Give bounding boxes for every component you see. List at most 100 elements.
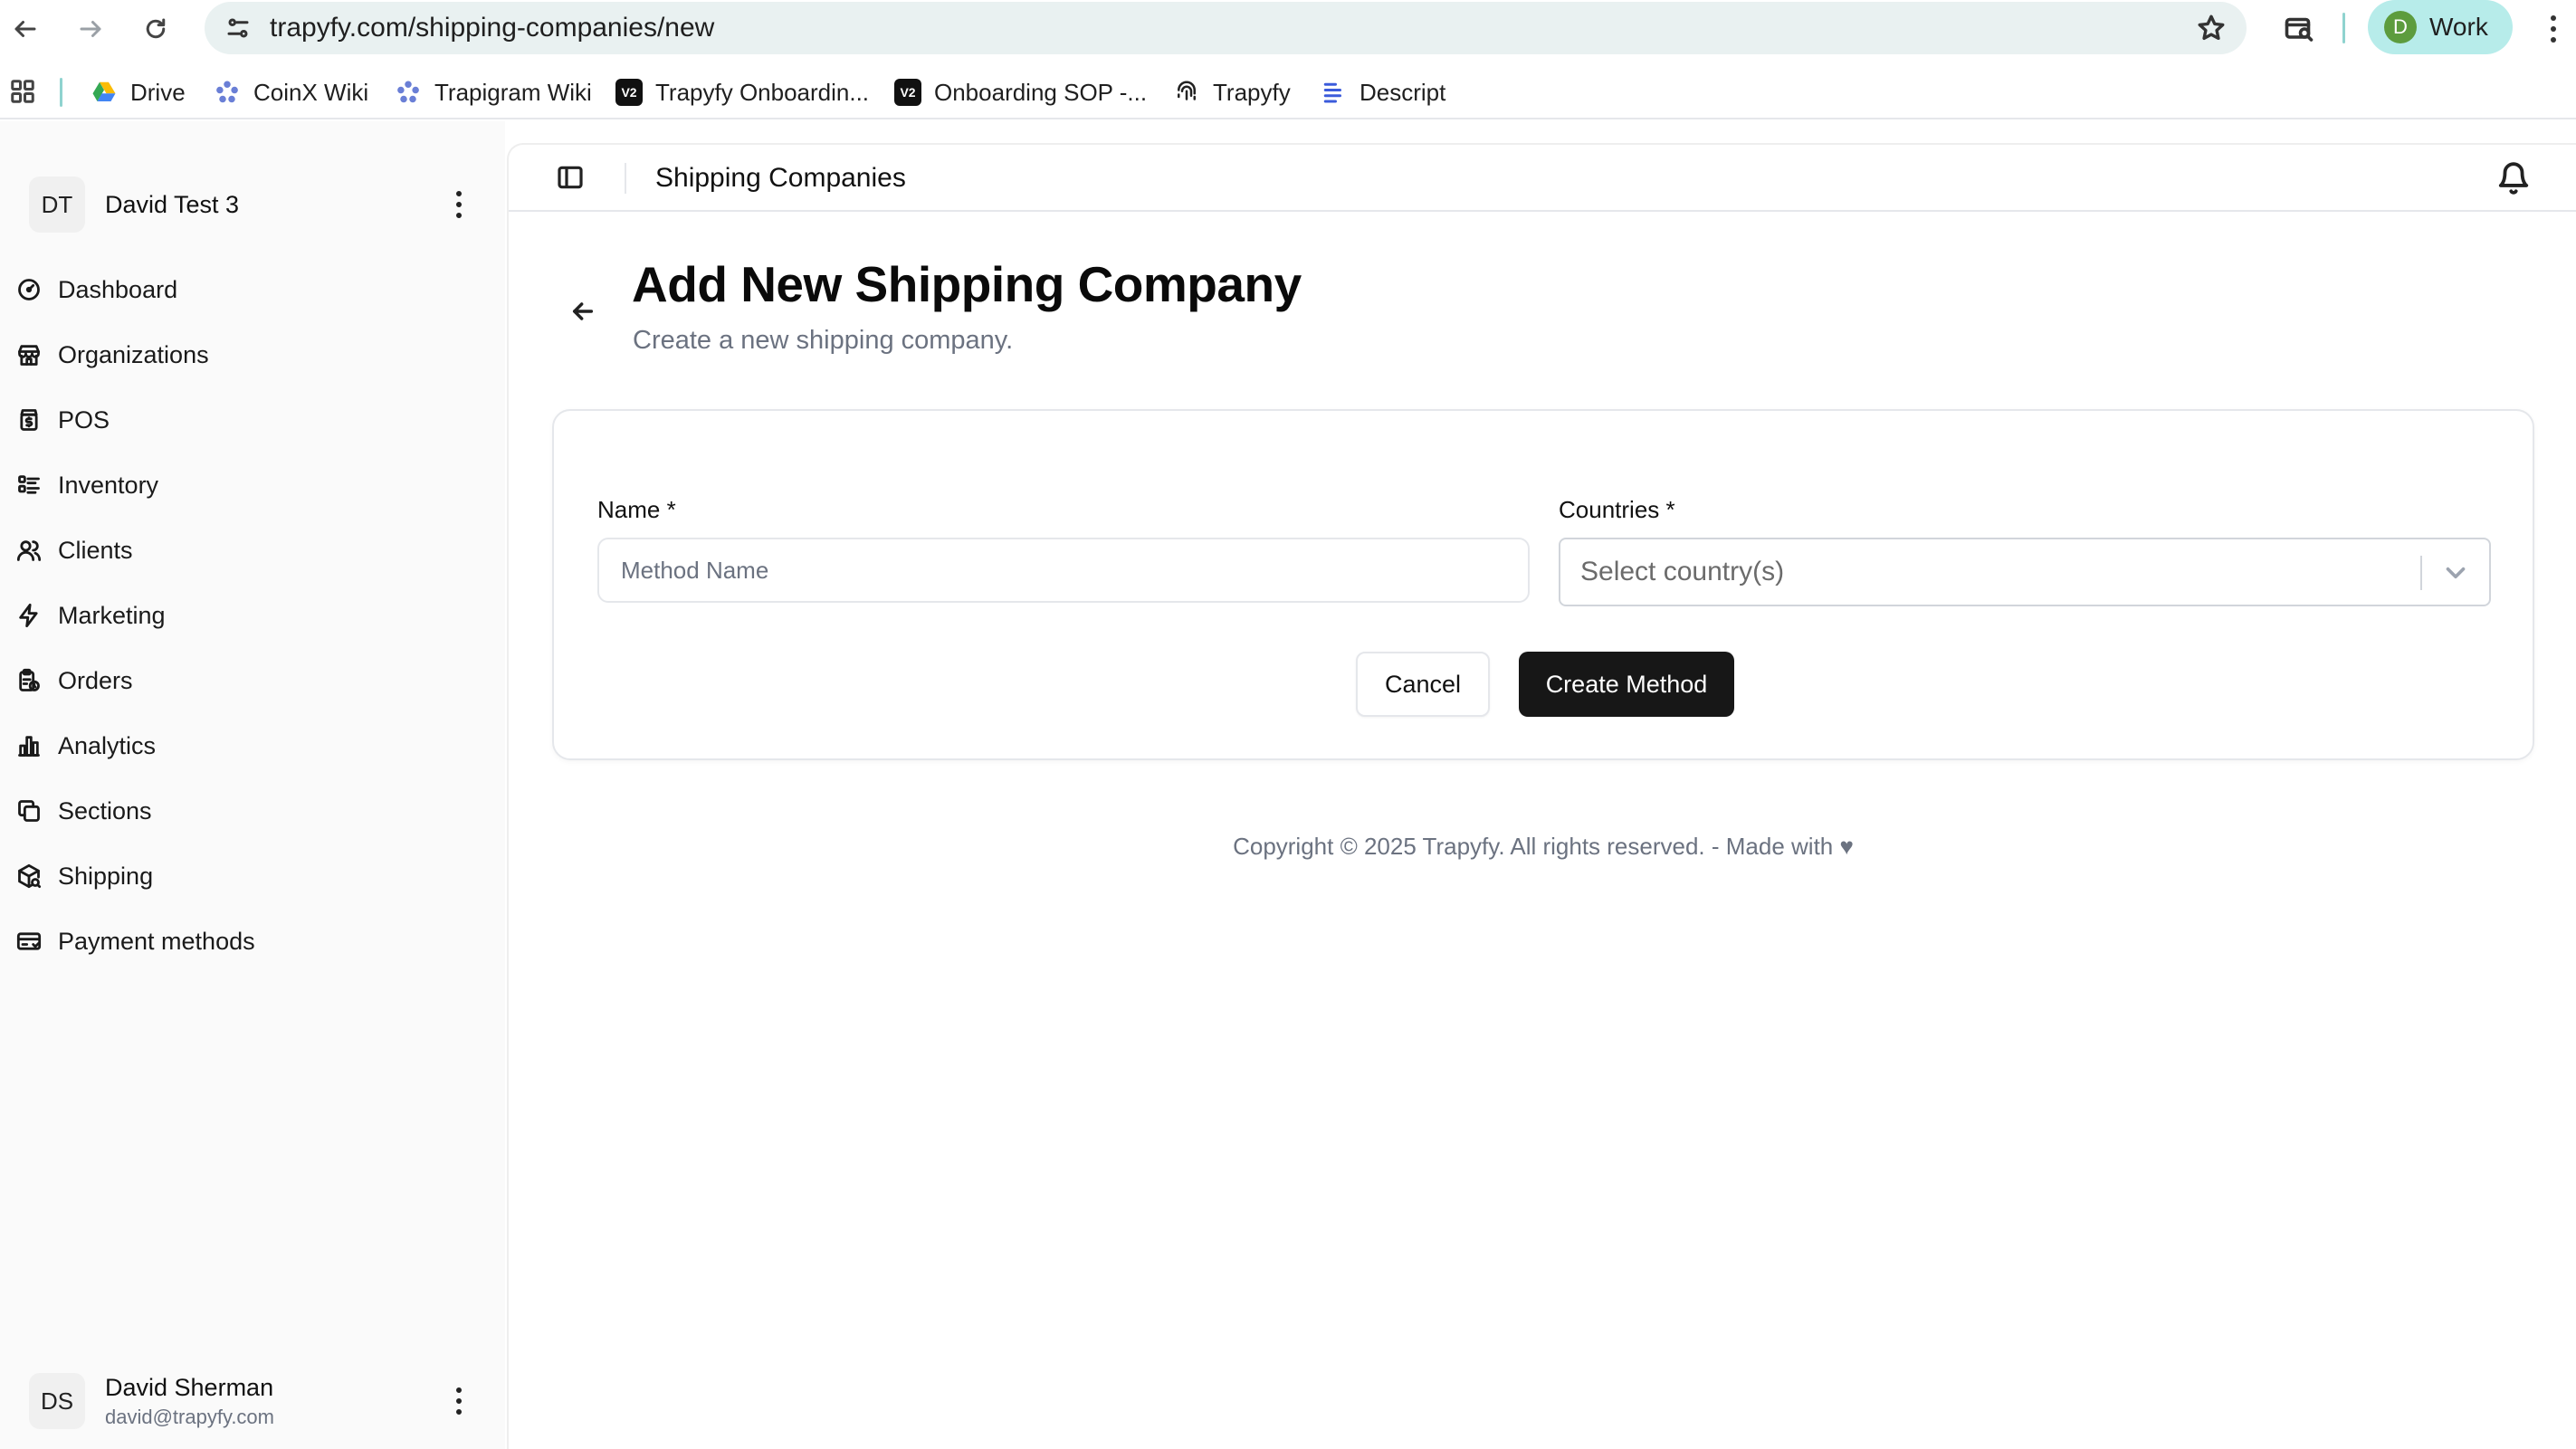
- sidebar-item-label: POS: [58, 405, 110, 434]
- descript-icon: [1320, 79, 1347, 106]
- toolbar-divider: [2342, 13, 2345, 43]
- sidebar-item-dashboard[interactable]: Dashboard: [0, 257, 505, 322]
- sidebar-item-pos[interactable]: POS: [0, 387, 505, 453]
- pos-icon: [20, 409, 38, 431]
- org-avatar: DT: [29, 176, 85, 233]
- apps-grid-icon[interactable]: [9, 78, 36, 105]
- sidebar-toggle-icon[interactable]: [556, 163, 585, 192]
- sidebar-item-inventory[interactable]: Inventory: [0, 453, 505, 518]
- bookmark-onboarding-sop[interactable]: V2 Onboarding SOP -...: [894, 65, 1147, 119]
- list-icon: [18, 475, 40, 494]
- page-title: Add New Shipping Company: [632, 256, 1302, 312]
- sidebar-item-label: Analytics: [58, 731, 157, 759]
- wiki-flower-icon: [214, 79, 241, 106]
- cancel-button[interactable]: Cancel: [1356, 652, 1490, 717]
- gauge-icon: [18, 279, 40, 300]
- bookmark-trapigram-wiki[interactable]: Trapigram Wiki: [395, 65, 592, 119]
- bookmarks-divider: [60, 78, 62, 107]
- browser-toolbar: trapyfy.com/shipping-companies/new D Wor…: [0, 0, 2576, 58]
- shipping-company-form: Name * Countries * Select country(s) Can…: [552, 409, 2534, 760]
- sidebar-item-label: Organizations: [58, 340, 209, 368]
- sidebar-item-label: Sections: [58, 796, 152, 825]
- countries-placeholder: Select country(s): [1580, 557, 1785, 586]
- browser-menu-icon[interactable]: [2540, 9, 2567, 49]
- bookmark-star-icon[interactable]: [2196, 13, 2227, 43]
- address-bar[interactable]: trapyfy.com/shipping-companies/new: [205, 2, 2247, 54]
- bar-chart-icon: [18, 736, 40, 757]
- profile-avatar: D: [2384, 11, 2417, 43]
- user-email: david@trapyfy.com: [105, 1405, 274, 1428]
- org-more-icon[interactable]: [445, 186, 472, 223]
- select-divider: [2420, 556, 2422, 590]
- reload-icon: [146, 18, 166, 39]
- bookmark-label: Trapyfy Onboardin...: [655, 78, 870, 106]
- sidebar-item-organizations[interactable]: Organizations: [0, 322, 505, 387]
- reload-button[interactable]: [134, 7, 177, 51]
- name-label: Name *: [597, 496, 676, 523]
- profile-label: Work: [2429, 13, 2488, 41]
- create-method-button[interactable]: Create Method: [1519, 652, 1734, 717]
- arrow-left-icon: [14, 21, 36, 37]
- bookmark-label: Drive: [130, 78, 186, 106]
- copy-icon: [18, 800, 40, 822]
- sidebar-item-sections[interactable]: Sections: [0, 778, 505, 844]
- user-name: David Sherman: [105, 1373, 274, 1401]
- sidebar-item-clients[interactable]: Clients: [0, 518, 505, 583]
- notifications-bell-icon[interactable]: [2496, 161, 2531, 195]
- sidebar-item-label: Inventory: [58, 471, 159, 499]
- bookmarks-bar: Drive CoinX Wiki Trapigram Wiki V2 Trapy…: [0, 65, 2576, 119]
- zap-icon: [19, 603, 38, 628]
- header-divider: [625, 163, 626, 194]
- sidebar-item-analytics[interactable]: Analytics: [0, 713, 505, 778]
- bookmark-coinx-wiki[interactable]: CoinX Wiki: [214, 65, 368, 119]
- bookmark-descript[interactable]: Descript: [1320, 65, 1445, 119]
- name-input[interactable]: [597, 538, 1530, 603]
- tab-search-icon: [2285, 17, 2314, 42]
- user-info: David Sherman david@trapyfy.com: [105, 1374, 274, 1429]
- google-drive-icon: [91, 79, 118, 106]
- bookmark-label: Trapyfy: [1213, 78, 1291, 106]
- org-name: David Test 3: [105, 190, 240, 218]
- sidebar-nav: Dashboard Organizations POS Inventory Cl…: [0, 257, 505, 974]
- bookmark-label: Descript: [1360, 78, 1446, 106]
- dark-badge-icon: V2: [615, 79, 643, 106]
- sidebar-item-label: Orders: [58, 666, 133, 694]
- back-button[interactable]: [4, 7, 47, 51]
- bookmark-label: Trapigram Wiki: [434, 78, 592, 106]
- clipboard-icon: [19, 668, 40, 691]
- sidebar-item-orders[interactable]: Orders: [0, 648, 505, 713]
- card-icon: [16, 932, 42, 950]
- countries-select[interactable]: Select country(s): [1559, 538, 2491, 606]
- bookmark-label: Onboarding SOP -...: [934, 78, 1148, 106]
- sidebar-item-label: Dashboard: [58, 275, 178, 303]
- bookmark-trapyfy-onboarding[interactable]: V2 Trapyfy Onboardin...: [615, 65, 869, 119]
- users-icon: [16, 540, 42, 561]
- user-more-icon[interactable]: [445, 1383, 472, 1419]
- sidebar-item-marketing[interactable]: Marketing: [0, 583, 505, 648]
- bookmark-drive[interactable]: Drive: [91, 65, 186, 119]
- forward-button[interactable]: [69, 7, 112, 51]
- user-menu[interactable]: DS David Sherman david@trapyfy.com: [29, 1365, 472, 1437]
- bookmark-label: CoinX Wiki: [253, 78, 369, 106]
- sidebar-item-shipping[interactable]: Shipping: [0, 844, 505, 909]
- sidebar-item-label: Shipping: [58, 862, 154, 890]
- sidebar-item-label: Payment methods: [58, 927, 255, 955]
- url-text: trapyfy.com/shipping-companies/new: [270, 13, 715, 43]
- chevron-down-icon[interactable]: [2440, 558, 2471, 588]
- site-settings-icon[interactable]: [224, 14, 252, 42]
- page-subtitle: Create a new shipping company.: [633, 326, 1014, 355]
- arrow-right-icon: [80, 21, 101, 37]
- tab-search-button[interactable]: [2279, 9, 2319, 49]
- sidebar-item-label: Marketing: [58, 601, 166, 629]
- bookmark-trapyfy[interactable]: Trapyfy: [1173, 65, 1291, 119]
- org-switcher[interactable]: DT David Test 3: [29, 170, 472, 239]
- dark-badge-icon: V2: [894, 79, 921, 106]
- copyright-footer: Copyright © 2025 Trapyfy. All rights res…: [1233, 833, 1854, 860]
- store-icon: [18, 345, 40, 366]
- back-arrow-icon[interactable]: [568, 297, 597, 326]
- sidebar-item-payment-methods[interactable]: Payment methods: [0, 909, 505, 974]
- profile-chip[interactable]: D Work: [2368, 0, 2513, 54]
- sidebar-item-label: Clients: [58, 536, 133, 564]
- wiki-flower-icon: [395, 79, 422, 106]
- page-header: Shipping Companies: [509, 145, 2576, 212]
